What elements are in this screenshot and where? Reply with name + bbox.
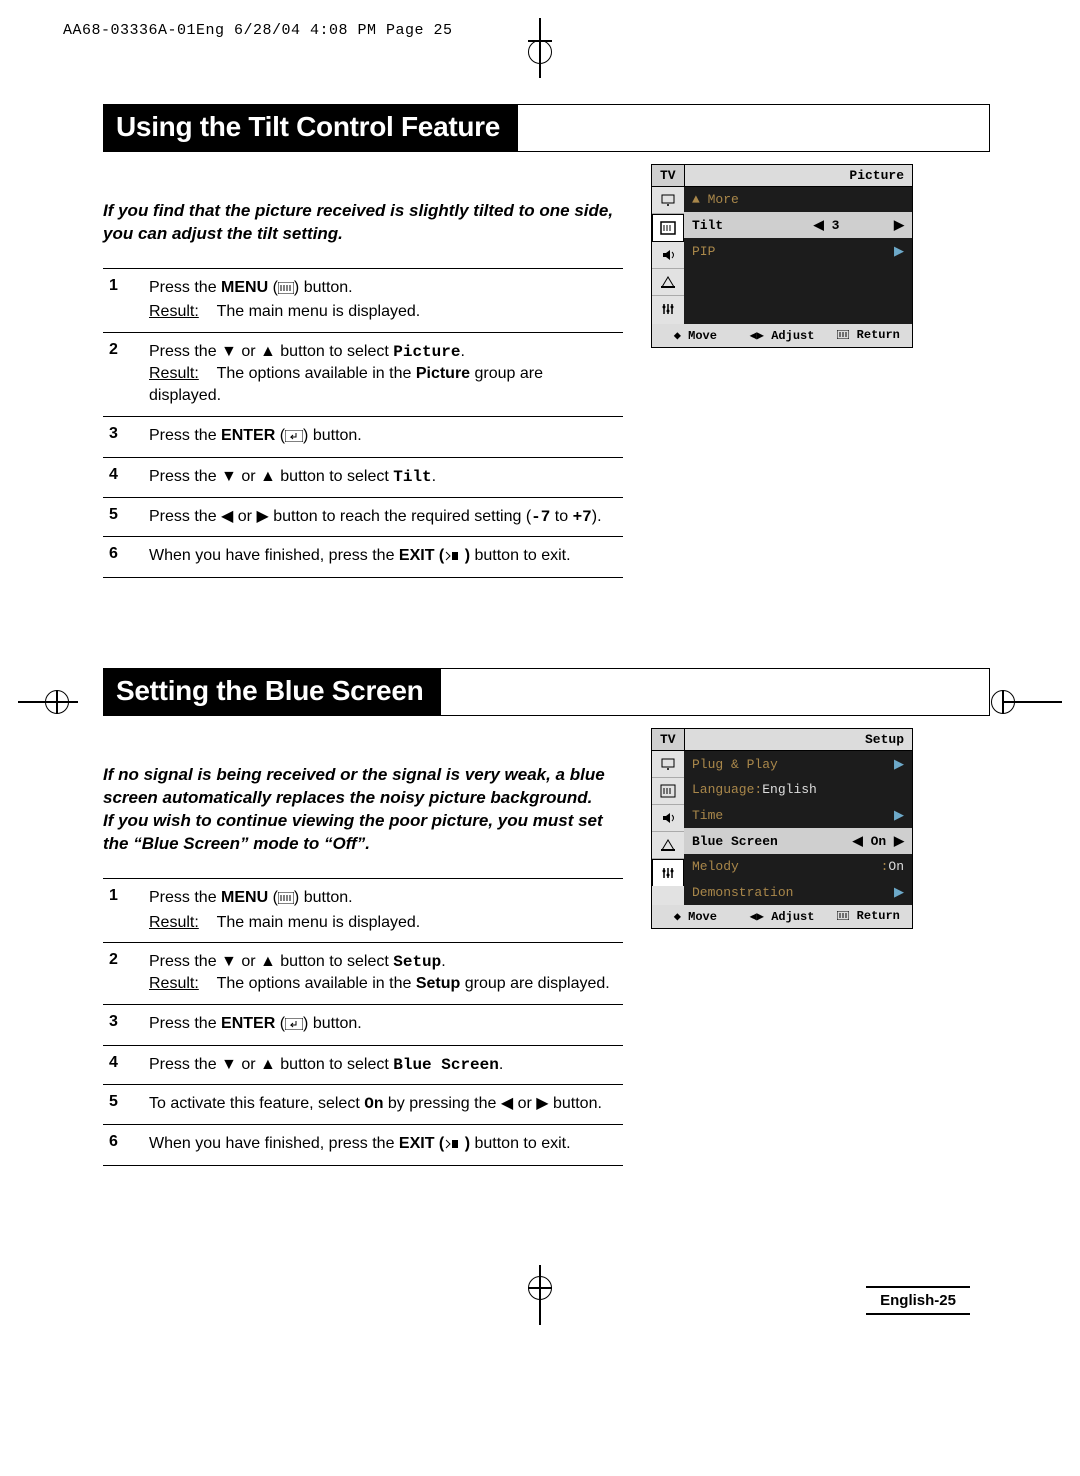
osd-setup-title: Setup xyxy=(685,729,912,750)
step-num: 2 xyxy=(103,951,149,996)
osd-row-pip: PIP ▶ xyxy=(684,238,912,264)
osd-row-more: ▲ More xyxy=(684,187,912,212)
section1-steps: 1 Press the MENU () button. Result: The … xyxy=(103,268,623,579)
step-num: 3 xyxy=(103,1013,149,1037)
osd-icon-column xyxy=(652,751,684,905)
crop-mark-left xyxy=(18,690,78,714)
step-num: 6 xyxy=(103,545,149,569)
step-body: Press the ▼ or ▲ button to select Pictur… xyxy=(149,341,623,408)
step-num: 2 xyxy=(103,341,149,408)
step-num: 4 xyxy=(103,466,149,488)
section2-steps: 1 Press the MENU () button. Result: The … xyxy=(103,878,623,1166)
step-body: Press the ◀ or ▶ button to reach the req… xyxy=(149,506,623,528)
section1-title-box: Using the Tilt Control Feature xyxy=(103,104,990,152)
osd-tv-label: TV xyxy=(652,729,685,750)
step-num: 5 xyxy=(103,1093,149,1115)
osd-setup-menu: TV Setup Plug & Play▶ La xyxy=(651,728,913,929)
section2-title-box: Setting the Blue Screen xyxy=(103,668,990,716)
osd-footer: ◆ Move ◀▶ Adjust Return xyxy=(652,324,912,347)
sound-icon xyxy=(652,242,684,269)
exit-icon xyxy=(444,1135,460,1157)
section1-intro: If you find that the picture received is… xyxy=(103,200,623,246)
crop-mark-right xyxy=(1002,690,1062,714)
osd-picture-title: Picture xyxy=(685,165,912,186)
channel-icon xyxy=(652,269,684,296)
osd-row: Plug & Play▶ xyxy=(684,751,912,777)
crop-mark-top xyxy=(528,18,552,78)
step-num: 4 xyxy=(103,1054,149,1076)
osd-row-bluescreen: Blue Screen◀ On ▶ xyxy=(684,828,912,854)
section2-title: Setting the Blue Screen xyxy=(104,669,441,715)
input-icon xyxy=(652,187,684,214)
enter-icon xyxy=(285,427,303,449)
osd-footer: ◆ Move ◀▶ Adjust Return xyxy=(652,905,912,928)
step-body: Press the ▼ or ▲ button to select Blue S… xyxy=(149,1054,623,1076)
picture-icon xyxy=(652,778,684,805)
osd-row: Melody : On xyxy=(684,854,912,879)
section1-title: Using the Tilt Control Feature xyxy=(104,105,518,151)
step-num: 6 xyxy=(103,1133,149,1157)
step-body: Press the ▼ or ▲ button to select Setup.… xyxy=(149,951,623,996)
page-number-box: English-25 xyxy=(866,1286,970,1315)
setup-icon xyxy=(652,859,684,886)
step-num: 1 xyxy=(103,277,149,324)
input-icon xyxy=(652,751,684,778)
step-body: Press the ENTER () button. xyxy=(149,1013,623,1037)
step-num: 5 xyxy=(103,506,149,528)
osd-tv-label: TV xyxy=(652,165,685,186)
osd-row: Language : English xyxy=(684,777,912,802)
exit-icon xyxy=(444,547,460,569)
menu-icon xyxy=(278,889,294,911)
step-num: 3 xyxy=(103,425,149,449)
osd-row: Demonstration▶ xyxy=(684,879,912,905)
setup-icon xyxy=(652,296,684,322)
osd-picture-menu: TV Picture ▲ More xyxy=(651,164,913,348)
step-body: When you have finished, press the EXIT (… xyxy=(149,1133,623,1157)
step-num: 1 xyxy=(103,887,149,934)
menu-icon-small xyxy=(837,909,849,923)
sound-icon xyxy=(652,805,684,832)
picture-icon xyxy=(652,214,684,242)
step-body: Press the MENU () button. Result: The ma… xyxy=(149,887,623,934)
step-body: Press the MENU () button. Result: The ma… xyxy=(149,277,623,324)
step-body: When you have finished, press the EXIT (… xyxy=(149,545,623,569)
osd-icon-column xyxy=(652,187,684,324)
menu-icon xyxy=(278,279,294,301)
step-body: Press the ▼ or ▲ button to select Tilt. xyxy=(149,466,623,488)
crop-mark-bottom xyxy=(528,1265,552,1325)
menu-icon-small xyxy=(837,328,849,342)
osd-row: Time▶ xyxy=(684,802,912,828)
step-body: To activate this feature, select On by p… xyxy=(149,1093,623,1115)
step-body: Press the ENTER () button. xyxy=(149,425,623,449)
osd-row-tilt: Tilt ◀ 3 ▶ xyxy=(684,212,912,238)
section2-intro: If no signal is being received or the si… xyxy=(103,764,623,856)
enter-icon xyxy=(285,1015,303,1037)
channel-icon xyxy=(652,832,684,859)
